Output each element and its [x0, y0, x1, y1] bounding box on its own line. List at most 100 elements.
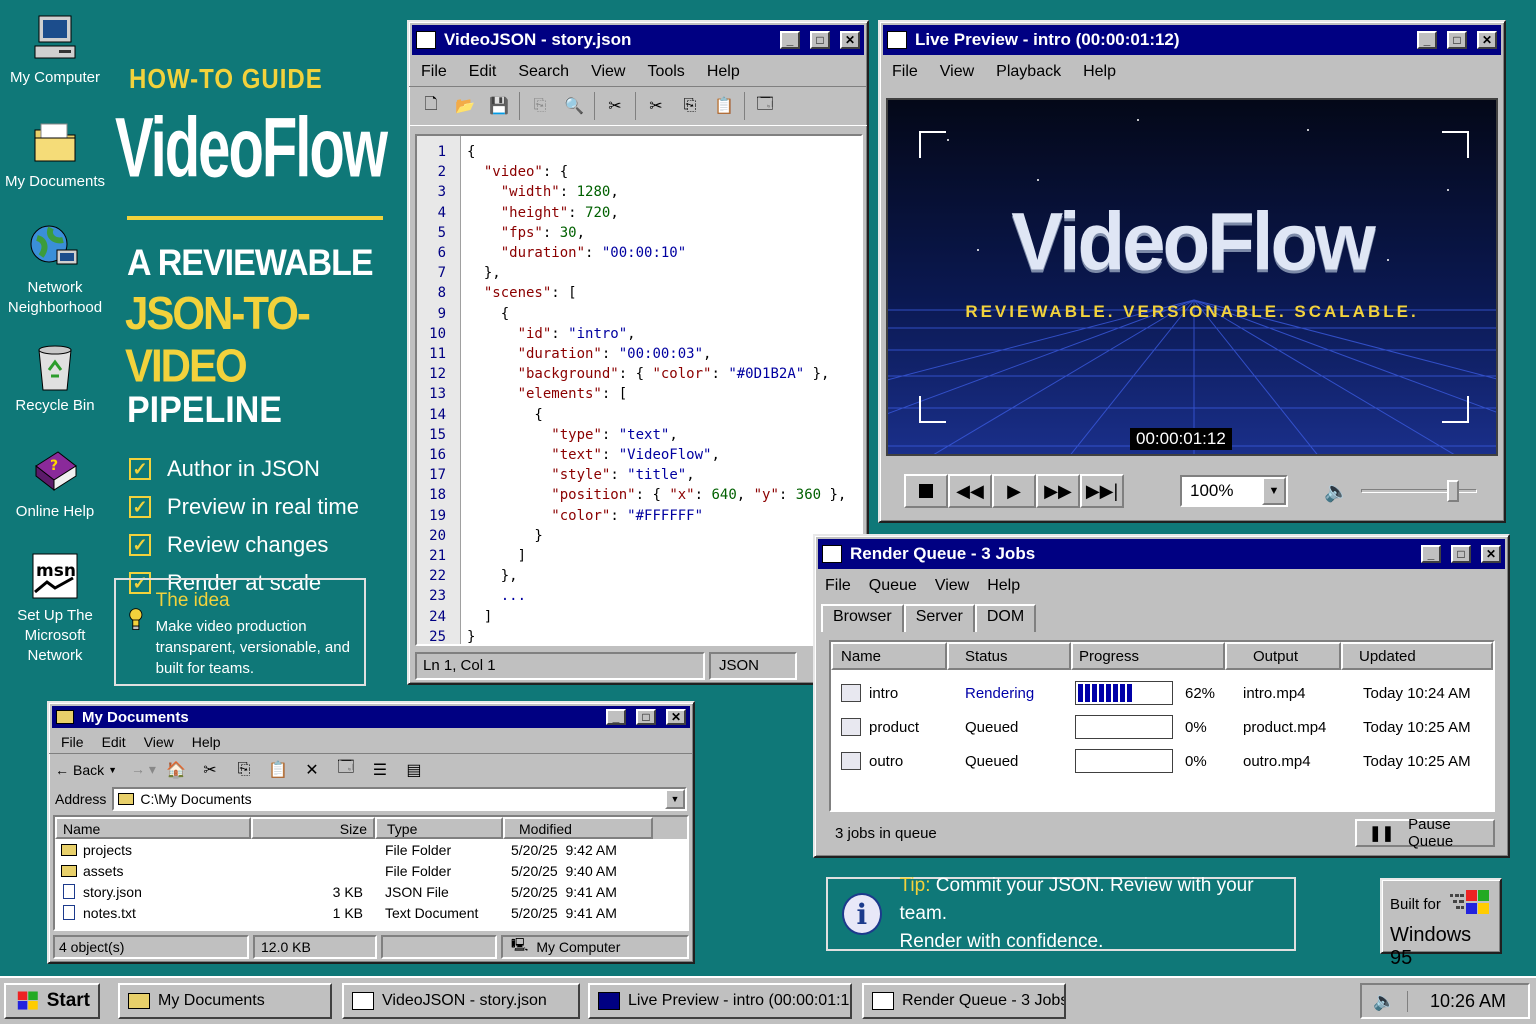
tab-server[interactable]: Server: [903, 604, 975, 632]
chevron-down-icon[interactable]: ▼: [665, 789, 685, 809]
menu-edit[interactable]: Edit: [102, 734, 126, 750]
new-file-icon[interactable]: 🗋: [417, 92, 445, 120]
play-button[interactable]: ▶: [992, 474, 1036, 508]
close-button[interactable]: ✕: [1481, 545, 1501, 563]
video-canvas[interactable]: VideoFlow REVIEWABLE. VERSIONABLE. SCALA…: [886, 98, 1498, 456]
open-folder-icon[interactable]: 📂: [451, 92, 479, 120]
menu-help[interactable]: Help: [707, 63, 740, 81]
desktop-icon-online-help[interactable]: ? Online Help: [0, 446, 110, 522]
queue-row[interactable]: product Queued 0% product.mp4 Today 10:25 AM: [831, 710, 1493, 744]
explorer-titlebar[interactable]: My Documents _ □ ✕: [52, 706, 690, 728]
menu-help[interactable]: Help: [192, 734, 221, 750]
minimize-button[interactable]: _: [780, 31, 800, 49]
menu-edit[interactable]: Edit: [469, 63, 497, 81]
back-button[interactable]: ← Back ▼: [55, 762, 117, 778]
volume-thumb[interactable]: [1446, 480, 1459, 502]
col-status[interactable]: Status: [947, 642, 1071, 670]
cut-icon[interactable]: ✂: [601, 92, 629, 120]
tab-dom[interactable]: DOM: [974, 604, 1037, 632]
taskbar-item-preview[interactable]: Live Preview - intro (00:00:01:12): [588, 983, 852, 1019]
menu-help[interactable]: Help: [1083, 63, 1116, 81]
details-view-icon[interactable]: ☰: [366, 756, 394, 784]
desktop-icon-my-computer[interactable]: My Computer: [0, 14, 110, 88]
file-row[interactable]: story.json 3 KB JSON File 5/20/25 9:41 AM: [55, 881, 687, 902]
menu-playback[interactable]: Playback: [996, 63, 1061, 81]
delete-icon[interactable]: ✕: [298, 756, 326, 784]
copy-icon[interactable]: ⎘: [676, 92, 704, 120]
copy-icon[interactable]: ⎘: [230, 756, 258, 784]
start-button[interactable]: Start: [4, 983, 100, 1019]
file-row[interactable]: assets File Folder 5/20/25 9:40 AM: [55, 860, 687, 881]
menu-help[interactable]: Help: [987, 577, 1020, 595]
tab-browser[interactable]: Browser: [821, 604, 904, 632]
menu-view[interactable]: View: [144, 734, 174, 750]
queue-titlebar[interactable]: Render Queue - 3 Jobs _ □ ✕: [818, 539, 1505, 569]
col-name[interactable]: Name: [831, 642, 947, 670]
properties-icon[interactable]: 🗔: [751, 92, 779, 120]
clock[interactable]: 10:26 AM: [1408, 991, 1528, 1012]
editor-titlebar[interactable]: VideoJSON - story.json _ □ ✕: [412, 25, 864, 55]
desktop-icon-msn[interactable]: msn Set Up The Microsoft Network: [0, 552, 110, 666]
skip-end-button[interactable]: ▶▶|: [1080, 474, 1124, 508]
col-progress[interactable]: Progress: [1071, 642, 1225, 670]
speaker-icon[interactable]: 🔈: [1324, 479, 1349, 504]
list-view-icon[interactable]: ▤: [400, 756, 428, 784]
zoom-select[interactable]: 100% ▼: [1180, 475, 1288, 507]
stop-button[interactable]: [904, 474, 948, 508]
maximize-button[interactable]: □: [810, 31, 830, 49]
menu-file[interactable]: File: [61, 734, 84, 750]
fast-forward-button[interactable]: ▶▶: [1036, 474, 1080, 508]
paste-icon[interactable]: 📋: [264, 756, 292, 784]
minimize-button[interactable]: _: [1421, 545, 1441, 563]
preview-titlebar[interactable]: Live Preview - intro (00:00:01:12) _ □ ✕: [883, 25, 1501, 55]
close-button[interactable]: ✕: [666, 709, 686, 725]
maximize-button[interactable]: □: [1447, 31, 1467, 49]
forward-button[interactable]: → ▾: [131, 761, 156, 778]
menu-search[interactable]: Search: [518, 63, 569, 81]
cut-icon[interactable]: ✂: [642, 92, 670, 120]
minimize-button[interactable]: _: [1417, 31, 1437, 49]
volume-icon[interactable]: 🔈: [1362, 990, 1408, 1012]
taskbar-item-my-documents[interactable]: My Documents: [118, 983, 332, 1019]
file-row[interactable]: projects File Folder 5/20/25 9:42 AM: [55, 839, 687, 860]
desktop-icon-recycle-bin[interactable]: Recycle Bin: [0, 342, 110, 416]
rewind-button[interactable]: ◀◀: [948, 474, 992, 508]
address-input[interactable]: C:\My Documents ▼: [112, 787, 687, 811]
minimize-button[interactable]: _: [606, 709, 626, 725]
menu-file[interactable]: File: [892, 63, 918, 81]
menu-tools[interactable]: Tools: [647, 63, 684, 81]
pause-queue-button[interactable]: ❚❚ Pause Queue: [1355, 816, 1495, 850]
col-updated[interactable]: Updated: [1341, 642, 1493, 670]
menu-file[interactable]: File: [825, 577, 851, 595]
menu-file[interactable]: File: [421, 63, 447, 81]
col-modified[interactable]: Modified: [503, 817, 653, 839]
menu-view[interactable]: View: [591, 63, 625, 81]
save-icon[interactable]: 💾: [485, 92, 513, 120]
desktop-icon-network[interactable]: Network Neighborhood: [0, 222, 110, 318]
menu-queue[interactable]: Queue: [869, 577, 917, 595]
volume-slider[interactable]: [1360, 476, 1477, 506]
col-name[interactable]: Name: [55, 817, 251, 839]
queue-row[interactable]: intro Rendering 62% intro.mp4 Today 10:24 AM: [831, 676, 1493, 710]
col-output[interactable]: Output: [1225, 642, 1341, 670]
close-button[interactable]: ✕: [1477, 31, 1497, 49]
properties-icon[interactable]: 🗔: [332, 756, 360, 784]
menu-view[interactable]: View: [940, 63, 974, 81]
file-row[interactable]: notes.txt 1 KB Text Document 5/20/25 9:41 A…: [55, 902, 687, 923]
queue-row[interactable]: outro Queued 0% outro.mp4 Today 10:25 AM: [831, 744, 1493, 778]
col-type[interactable]: Type: [375, 817, 503, 839]
find-icon[interactable]: 🔍: [560, 92, 588, 120]
chevron-down-icon[interactable]: ▼: [1262, 477, 1286, 505]
up-folder-icon[interactable]: 🏠: [162, 756, 190, 784]
paste-icon[interactable]: 📋: [710, 92, 738, 120]
cut-icon[interactable]: ✂: [196, 756, 224, 784]
copy-disabled-icon[interactable]: ⎘: [526, 92, 554, 120]
desktop-icon-my-documents[interactable]: My Documents: [0, 118, 110, 192]
col-size[interactable]: Size: [251, 817, 375, 839]
menu-view[interactable]: View: [935, 577, 969, 595]
maximize-button[interactable]: □: [636, 709, 656, 725]
close-button[interactable]: ✕: [840, 31, 860, 49]
code-editor[interactable]: 1 2 3 4 5 6 7 8 9 10 11 12 13 14 15 16 1…: [415, 134, 863, 646]
taskbar-item-editor[interactable]: VideoJSON - story.json: [342, 983, 580, 1019]
taskbar-item-render-queue[interactable]: Render Queue - 3 Jobs: [862, 983, 1066, 1019]
